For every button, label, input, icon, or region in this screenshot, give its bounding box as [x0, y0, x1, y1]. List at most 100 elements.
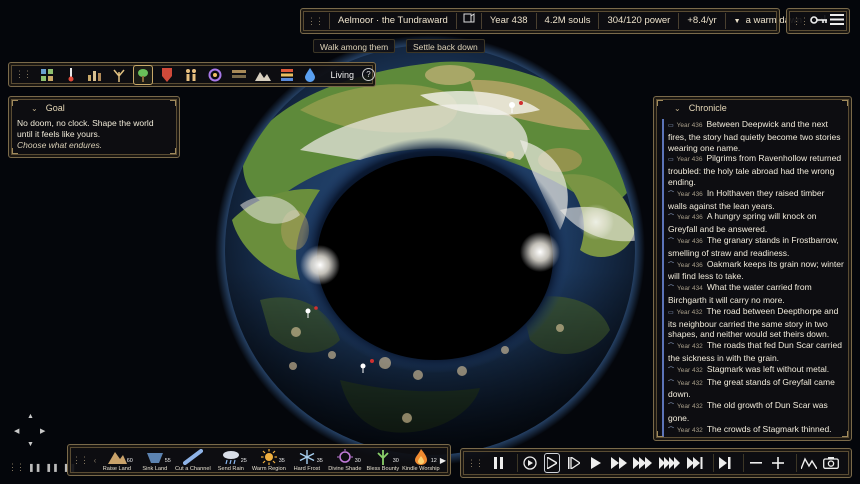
play-speed-4-button[interactable]: [610, 453, 627, 473]
layer-toolbar: ⋮⋮ Living ?: [8, 62, 376, 87]
pan-left-icon[interactable]: ◀: [14, 427, 19, 435]
drag-grip-icon[interactable]: ⋮⋮: [792, 16, 809, 27]
arc-icon: ⌒: [668, 191, 675, 198]
drag-grip-icon[interactable]: ⋮⋮: [467, 458, 484, 469]
road-icon: ▭: [668, 309, 674, 316]
goal-panel: ⌄ Goal No doom, no clock. Shape the worl…: [8, 96, 180, 158]
power-button-bless-bounty[interactable]: 30 Bless Bounty: [364, 449, 402, 472]
chronicle-panel: ⌄ Chronicle ▭ Year 436 Between Deepwick an…: [653, 96, 852, 441]
pause-button[interactable]: [491, 453, 507, 473]
shade-icon: [336, 448, 353, 463]
power-button-warm-region[interactable]: 35 Warm Region: [250, 448, 288, 472]
pan-right-icon[interactable]: ▶: [40, 427, 45, 435]
power-bar: ⋮⋮ ‹ 60 Raise Land 55 Sink Land Cut a Ch…: [67, 444, 451, 476]
power-button-raise-land[interactable]: 60 Raise Land: [98, 449, 136, 472]
chronicle-header[interactable]: ⌄ Chronicle: [674, 103, 845, 113]
entry-year: Year 436: [677, 190, 703, 198]
goal-title: Goal: [45, 103, 65, 113]
rivers-layer-icon[interactable]: [277, 65, 297, 85]
power-label: Kindle Worship: [402, 465, 440, 472]
chevron-down-icon[interactable]: ⌄: [674, 104, 681, 113]
book-icon[interactable]: [455, 13, 481, 29]
drag-grip-icon[interactable]: ⋮⋮: [15, 69, 32, 80]
drag-grip-icon[interactable]: ⋮⋮: [72, 455, 89, 466]
power-cost: 30: [354, 457, 361, 464]
power-cost: 12: [430, 457, 437, 464]
walk-among-them-button[interactable]: Walk among them: [313, 39, 396, 53]
faith-layer-icon[interactable]: [205, 65, 225, 85]
power-button-sink-land[interactable]: 55 Sink Land: [136, 449, 174, 472]
goal-body: No doom, no clock. Shape the world until…: [17, 118, 154, 139]
chronicle-entry: ▭ Year 436 Between Deepwick and the next f…: [662, 119, 845, 154]
play-speed-2-button[interactable]: [566, 453, 582, 473]
speed-bar: ⋮⋮: [460, 448, 852, 478]
fertility-layer-icon[interactable]: [109, 65, 129, 85]
fast-skip-button[interactable]: [686, 453, 703, 473]
pan-up-icon[interactable]: ▲: [27, 413, 34, 420]
camera-dpad: ▲ ◀ ▶ ▼: [12, 413, 50, 451]
pause-icon[interactable]: ❚❚: [28, 463, 41, 472]
play-speed-6-button[interactable]: [658, 453, 681, 473]
help-icon[interactable]: ?: [361, 68, 375, 81]
zoom-in-button[interactable]: [770, 453, 786, 473]
souls-readout: 4.2M souls: [535, 13, 599, 29]
entry-text: Stagmark was left without metal.: [706, 363, 830, 374]
power-cost: 55: [164, 457, 171, 464]
chronicle-entry: ⌒ Year 436 A hungry spring will knock on G…: [662, 211, 845, 235]
chevron-down-icon[interactable]: ⌄: [31, 104, 38, 113]
skip-to-end-button[interactable]: [717, 453, 733, 473]
drag-grip-icon[interactable]: ⋮⋮: [307, 16, 324, 27]
power-button-hard-frost[interactable]: 35 Hard Frost: [288, 449, 326, 472]
chronicle-entry: ▭ Year 432 The road between Deepthorpe and…: [662, 305, 845, 341]
play-speed-3-button[interactable]: [588, 453, 604, 473]
entry-year: Year 434: [677, 285, 703, 293]
power-cost: 25: [240, 457, 247, 464]
chronicle-title: Chronicle: [688, 103, 727, 113]
arc-icon: ⌒: [668, 344, 675, 351]
zoom-out-button[interactable]: [748, 453, 764, 473]
step-button[interactable]: [522, 453, 538, 473]
chronicle-entry: ⌒ Year 432 The great stands of Greyfall ca…: [662, 376, 845, 401]
power-label: Bless Bounty: [366, 465, 400, 472]
pan-down-icon[interactable]: ▼: [27, 441, 34, 448]
scroll-right-icon[interactable]: ▶: [440, 456, 446, 465]
trade-layer-icon[interactable]: [229, 65, 249, 85]
water-layer-icon[interactable]: [301, 65, 321, 85]
play-speed-1-button[interactable]: [543, 453, 561, 473]
power-button-divine-shade[interactable]: 30 Divine Shade: [326, 448, 364, 472]
tiles-layer-icon[interactable]: [37, 65, 57, 85]
power-button-kindle-worship[interactable]: 12 Kindle Worship: [402, 448, 440, 472]
power-label: Sink Land: [142, 465, 168, 472]
screenshot-icon[interactable]: [823, 453, 839, 473]
entry-year: Year 436: [677, 237, 703, 245]
vegetation-layer-icon[interactable]: [132, 64, 153, 85]
drag-grip-icon[interactable]: ⋮⋮: [8, 462, 25, 473]
menu-bar: ⋮⋮: [786, 8, 850, 34]
power-list: 60 Raise Land 55 Sink Land Cut a Channel…: [98, 448, 440, 472]
elevation-layer-icon[interactable]: [85, 65, 105, 85]
road-icon: ▭: [668, 123, 674, 129]
population-layer-icon[interactable]: [181, 65, 201, 85]
chronicle-entry: ⌒ Year 432 The crowds of Stagmark thinned.: [662, 423, 845, 437]
power-button-cut-a-channel[interactable]: Cut a Channel: [174, 448, 212, 472]
key-icon[interactable]: [810, 12, 828, 30]
chronicle-entry: ⌒ Year 432 The roads that fed Dun Scar car…: [662, 340, 845, 364]
hamburger-menu-icon[interactable]: [830, 12, 844, 30]
power-rate-readout: +8.4/yr: [678, 13, 724, 29]
arc-icon: ⌒: [668, 238, 675, 245]
power-label: Send Rain: [217, 465, 244, 472]
chronicle-entry: ⌒ Year 432 The old growth of Dun Scar was …: [662, 400, 845, 424]
goal-tagline: Choose what endures.: [17, 140, 103, 150]
terrain-view-icon[interactable]: [800, 453, 817, 473]
goal-header[interactable]: ⌄ Goal: [17, 103, 171, 113]
chronicle-entry: ⌒ Year 436 In Holthaven they raised timber…: [662, 187, 845, 212]
entry-year: Year 436: [676, 122, 703, 129]
play-speed-5-button[interactable]: [632, 453, 653, 473]
pause-icon[interactable]: ❚❚: [45, 463, 58, 472]
terrain-layer-icon[interactable]: [253, 65, 273, 85]
temperature-layer-icon[interactable]: [61, 65, 81, 85]
arc-icon: ⌒: [668, 262, 675, 269]
culture-layer-icon[interactable]: [157, 65, 177, 85]
settle-back-down-button[interactable]: Settle back down: [406, 39, 485, 53]
power-button-send-rain[interactable]: 25 Send Rain: [212, 449, 250, 472]
